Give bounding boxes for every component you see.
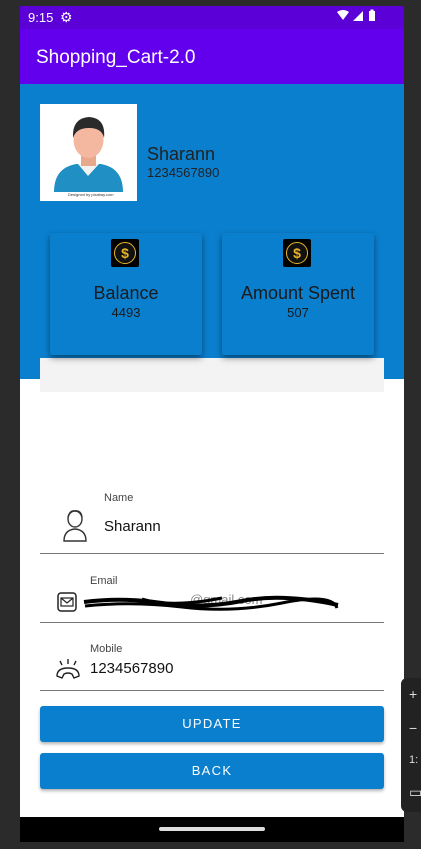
profile-phone: 1234567890 bbox=[147, 165, 220, 180]
app-bar: Shopping_Cart-2.0 bbox=[20, 29, 404, 84]
envelope-icon bbox=[57, 592, 77, 612]
amount-spent-value: 507 bbox=[287, 305, 309, 320]
status-bar: 9:15 ⚙ bbox=[20, 6, 404, 29]
navigation-bar bbox=[20, 817, 404, 842]
avatar-caption: Designed by pixabay.com bbox=[68, 192, 114, 197]
profile-name: Sharann bbox=[147, 144, 216, 164]
name-label: Name bbox=[104, 492, 134, 504]
mobile-field[interactable]: Mobile 1234567890 bbox=[40, 636, 384, 691]
emulator-side-panel: + − 1: ▭ bbox=[401, 678, 421, 812]
person-avatar-icon bbox=[54, 117, 123, 192]
phone-screen: 9:15 ⚙ Shopping_Cart-2.0 Designed by pix… bbox=[20, 6, 404, 842]
status-time: 9:15 bbox=[28, 10, 54, 25]
gear-icon: ⚙ bbox=[60, 9, 73, 25]
name-field[interactable]: Name Sharann bbox=[40, 486, 384, 554]
dollar-coin-icon: $ bbox=[111, 239, 139, 267]
zoom-in-button[interactable]: + bbox=[409, 686, 417, 702]
card-shadow-strip bbox=[40, 358, 384, 392]
mobile-value[interactable]: 1234567890 bbox=[90, 660, 173, 677]
balance-label: Balance bbox=[93, 283, 159, 303]
status-icons bbox=[336, 9, 382, 26]
app-title: Shopping_Cart-2.0 bbox=[36, 47, 196, 68]
screenshot-icon[interactable]: ▭ bbox=[409, 784, 421, 801]
ratio-button[interactable]: 1: bbox=[409, 754, 418, 766]
email-redaction-scribble bbox=[83, 595, 339, 611]
amount-spent-card[interactable]: $ Amount Spent 507 bbox=[222, 233, 374, 355]
zoom-out-button[interactable]: − bbox=[409, 720, 417, 736]
balance-card[interactable]: $ Balance 4493 bbox=[50, 233, 202, 355]
mobile-underline bbox=[40, 690, 384, 691]
balance-value: 4493 bbox=[111, 305, 141, 320]
dollar-coin-icon: $ bbox=[283, 239, 311, 267]
home-gesture-handle[interactable] bbox=[159, 827, 265, 831]
amount-spent-label: Amount Spent bbox=[240, 283, 356, 303]
email-label: Email bbox=[90, 575, 118, 587]
update-button[interactable]: UPDATE bbox=[40, 706, 384, 742]
wifi-signal-battery-icon bbox=[337, 9, 375, 21]
back-button[interactable]: BACK bbox=[40, 753, 384, 789]
email-underline bbox=[40, 622, 384, 623]
name-value[interactable]: Sharann bbox=[104, 518, 161, 535]
name-underline bbox=[40, 553, 384, 554]
mobile-label: Mobile bbox=[90, 643, 123, 655]
email-field[interactable]: Email @gmail.com bbox=[40, 568, 384, 623]
person-outline-icon bbox=[63, 510, 87, 542]
phone-ringing-icon bbox=[56, 659, 80, 679]
avatar: Designed by pixabay.com bbox=[40, 104, 137, 201]
